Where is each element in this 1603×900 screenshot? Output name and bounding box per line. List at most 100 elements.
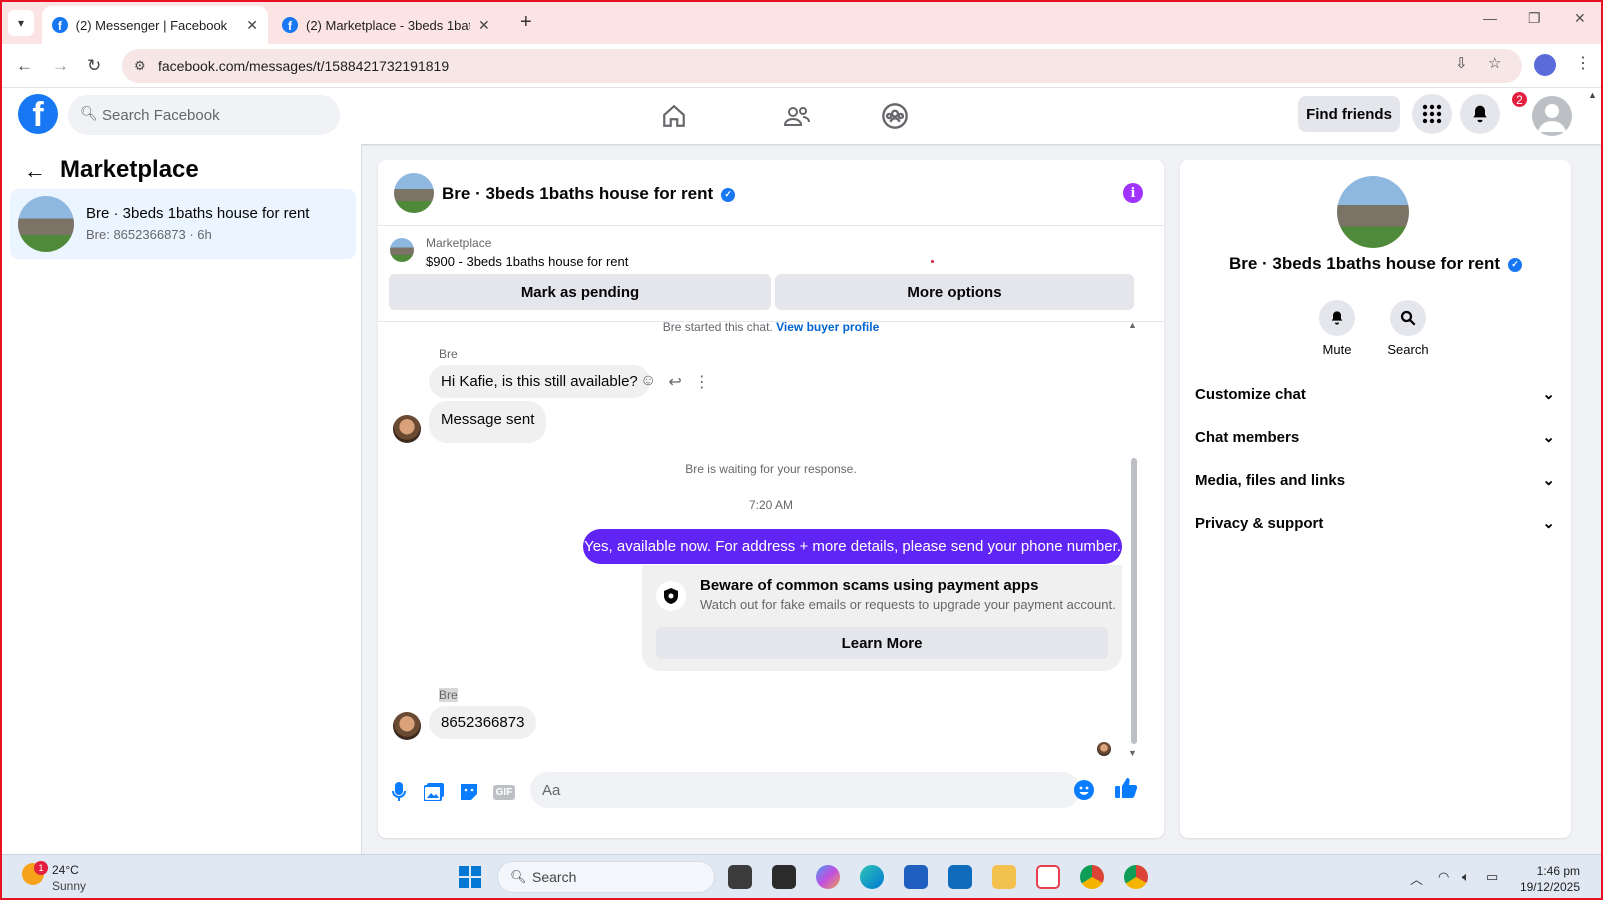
- address-bar[interactable]: ⚙ facebook.com/messages/t/15884217321918…: [122, 49, 1522, 83]
- edge-browser-icon[interactable]: [860, 865, 884, 889]
- mute-button[interactable]: Mute: [1307, 300, 1367, 357]
- incoming-message[interactable]: Hi Kafie, is this still available?: [429, 365, 650, 398]
- chat-thumbnail[interactable]: [394, 173, 434, 213]
- waiting-notice: Bre is waiting for your response.: [685, 462, 857, 476]
- notifications-bell-icon[interactable]: [1460, 94, 1500, 134]
- taskbar-search[interactable]: 🔍︎ Search: [497, 861, 715, 893]
- facebook-header: f 🔍︎ Search Facebook Find friends: [2, 88, 1601, 144]
- privacy-support-section[interactable]: Privacy & support ⌄: [1195, 514, 1555, 533]
- chat-started-notice: Bre started this chat. View buyer profil…: [378, 320, 1164, 334]
- thumbs-up-icon[interactable]: [1114, 776, 1140, 802]
- bookmark-star-icon[interactable]: ☆: [1488, 54, 1501, 72]
- sticky-notes-icon[interactable]: [772, 865, 796, 889]
- facebook-search-input[interactable]: 🔍︎ Search Facebook: [68, 95, 340, 135]
- microsoft-store-icon[interactable]: [904, 865, 928, 889]
- outgoing-message[interactable]: Yes, available now. For address + more d…: [583, 529, 1122, 564]
- menu-grid-icon[interactable]: [1412, 94, 1452, 134]
- message-placeholder: Aa: [542, 781, 561, 799]
- back-arrow-icon[interactable]: ←: [24, 158, 46, 184]
- show-hidden-icons-chevron-icon[interactable]: ︿: [1410, 869, 1423, 888]
- close-tab-icon[interactable]: ✕: [246, 17, 258, 34]
- site-settings-icon[interactable]: ⚙: [134, 58, 146, 74]
- chat-title[interactable]: Bre · 3beds 1baths house for rent ✓: [442, 184, 736, 204]
- photo-icon[interactable]: [422, 780, 446, 804]
- outlook-icon[interactable]: [948, 865, 972, 889]
- chrome-profile-s-icon[interactable]: [1080, 865, 1104, 889]
- incoming-message[interactable]: 8652366873: [429, 706, 537, 739]
- emoji-icon[interactable]: [1074, 780, 1094, 800]
- copilot-icon[interactable]: [816, 865, 840, 889]
- message-composer: GIF Aa: [378, 766, 1164, 822]
- gif-icon[interactable]: GIF: [492, 780, 516, 804]
- view-buyer-profile-link[interactable]: View buyer profile: [776, 320, 879, 334]
- account-avatar[interactable]: [1532, 96, 1572, 136]
- battery-icon[interactable]: ▭: [1486, 869, 1498, 885]
- restore-icon[interactable]: ❐: [1528, 10, 1541, 27]
- incoming-message[interactable]: Message sent: [429, 401, 547, 443]
- scam-warning-card: Beware of common scams using payment app…: [642, 565, 1122, 671]
- listing-photo[interactable]: [1337, 176, 1409, 248]
- react-emoji-icon[interactable]: ☺: [640, 372, 656, 392]
- back-icon[interactable]: ←: [16, 56, 33, 76]
- close-tab-icon[interactable]: ✕: [478, 17, 490, 34]
- info-icon[interactable]: i: [1123, 183, 1143, 203]
- task-view-icon[interactable]: [728, 865, 752, 889]
- home-icon[interactable]: [656, 98, 692, 134]
- reply-icon[interactable]: ↩: [668, 372, 681, 392]
- minimize-icon[interactable]: —: [1483, 10, 1497, 26]
- scroll-down-icon[interactable]: ▼: [1128, 748, 1137, 758]
- clock[interactable]: 1:46 pm 19/12/2025: [1508, 863, 1580, 895]
- sticker-icon[interactable]: [457, 780, 481, 804]
- new-tab-icon[interactable]: +: [520, 11, 532, 34]
- tab-title: (2) Marketplace - 3beds 1baths: [306, 17, 470, 33]
- tab-list-chevron-icon[interactable]: ▾: [8, 10, 34, 36]
- sender-avatar[interactable]: [393, 712, 421, 740]
- more-options-button[interactable]: More options: [775, 274, 1134, 310]
- browser-tab-messenger[interactable]: f (2) Messenger | Facebook ✕: [42, 6, 268, 44]
- learn-more-button[interactable]: Learn More: [656, 627, 1108, 659]
- reload-icon[interactable]: ↻: [87, 56, 101, 76]
- microphone-icon[interactable]: [387, 780, 411, 804]
- volume-icon[interactable]: 🔈︎: [1462, 869, 1470, 885]
- find-friends-button[interactable]: Find friends: [1298, 96, 1400, 132]
- chevron-down-icon: ⌄: [1542, 386, 1555, 403]
- close-window-icon[interactable]: ✕: [1574, 10, 1586, 27]
- chat-scrollbar[interactable]: [1131, 458, 1137, 744]
- facebook-logo-icon[interactable]: f: [18, 94, 58, 134]
- forward-icon[interactable]: →: [52, 56, 69, 76]
- weather-badge: 1: [34, 861, 48, 875]
- sender-name: Bre: [439, 347, 458, 361]
- message-input[interactable]: Aa: [530, 772, 1080, 808]
- wifi-icon[interactable]: ◠: [1438, 869, 1449, 885]
- search-icon: 🔍︎: [80, 105, 98, 121]
- page-scroll-up-icon[interactable]: ▲: [1588, 90, 1597, 100]
- windows-start-icon[interactable]: [459, 866, 481, 888]
- message-actions: ☺ ↩ ⋮: [640, 372, 710, 392]
- file-explorer-icon[interactable]: [992, 865, 1016, 889]
- chrome-profile-avatar[interactable]: [1534, 54, 1556, 76]
- scam-warning-subtitle: Watch out for fake emails or requests to…: [700, 597, 1116, 612]
- sender-avatar[interactable]: [393, 415, 421, 443]
- search-label: Search: [1387, 342, 1429, 357]
- chrome-menu-icon[interactable]: ⋮: [1575, 53, 1591, 73]
- more-actions-icon[interactable]: ⋮: [694, 372, 710, 392]
- friends-icon[interactable]: [779, 98, 815, 134]
- clock-time: 1:46 pm: [1536, 864, 1580, 878]
- chat-members-section[interactable]: Chat members ⌄: [1195, 428, 1555, 447]
- weather-condition: Sunny: [52, 879, 87, 893]
- groups-icon[interactable]: [877, 98, 913, 134]
- chat-details-panel: Bre · 3beds 1baths house for rent ✓ Mute …: [1180, 160, 1571, 838]
- chrome-icon[interactable]: [1124, 865, 1148, 889]
- customize-chat-section[interactable]: Customize chat ⌄: [1195, 385, 1555, 404]
- listing-title[interactable]: $900 - 3beds 1baths house for rent: [426, 254, 628, 269]
- browser-tab-marketplace[interactable]: f (2) Marketplace - 3beds 1baths ✕: [272, 6, 502, 44]
- media-files-links-section[interactable]: Media, files and links ⌄: [1195, 471, 1555, 490]
- section-label: Chat members: [1195, 428, 1300, 446]
- scroll-up-icon[interactable]: ▲: [1128, 320, 1137, 330]
- marketplace-listing-bar: Marketplace $900 - 3beds 1baths house fo…: [378, 226, 1164, 322]
- conversation-item[interactable]: Bre · 3beds 1baths house for rent Bre: 8…: [10, 189, 356, 259]
- install-app-icon[interactable]: ⇩: [1455, 54, 1468, 72]
- mark-as-pending-button[interactable]: Mark as pending: [389, 274, 771, 310]
- snipping-tool-icon[interactable]: [1036, 865, 1060, 889]
- search-conversation-button[interactable]: Search: [1378, 300, 1438, 357]
